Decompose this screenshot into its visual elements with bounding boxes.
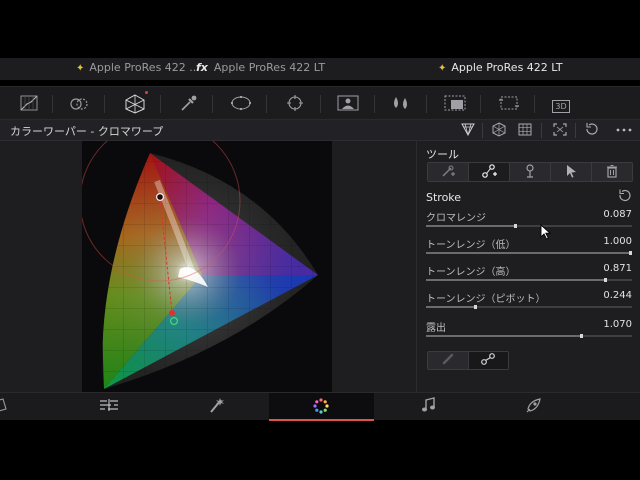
param-row: 露出 1.070: [426, 319, 632, 343]
tools-label: ツール: [426, 148, 459, 161]
param-slider[interactable]: [426, 278, 632, 282]
param-label: トーンレンジ（高）: [426, 267, 516, 278]
square-grid-icon[interactable]: [516, 122, 534, 139]
slider-handle[interactable]: [604, 278, 608, 282]
clip-tab-2[interactable]: fx Apple ProRes 422 LT: [196, 61, 325, 74]
link-icon[interactable]: [468, 352, 508, 369]
param-slider[interactable]: [426, 224, 632, 228]
blur-icon[interactable]: [390, 94, 412, 114]
expand-icon[interactable]: [551, 122, 569, 139]
eyedropper-grid-icon[interactable]: [459, 122, 477, 139]
resolve-window: ✦ Apple ProRes 422 ... fx Apple ProRes 422…: [0, 0, 640, 480]
star-icon: ✦: [76, 63, 85, 74]
more-icon[interactable]: [615, 122, 633, 139]
warper-mesh-icon[interactable]: [124, 91, 148, 114]
param-value[interactable]: 1.000: [603, 236, 632, 247]
param-label: トーンレンジ（ピボット）: [426, 294, 546, 305]
star-icon: ✦: [438, 63, 447, 74]
cut-icon[interactable]: [97, 397, 121, 415]
pin-icon[interactable]: [510, 163, 551, 181]
active-page-indicator: [269, 419, 374, 421]
param-row: トーンレンジ（ピボット） 0.244: [426, 290, 632, 314]
color-icon[interactable]: [309, 397, 333, 415]
link-toggle-group: [427, 351, 509, 370]
deliver-icon[interactable]: [522, 397, 546, 415]
inspector-panel: ツール Stroke クロマレンジ 0.087 トーンレンジ（低） 1.000 トーンレ…: [416, 141, 640, 392]
param-label: クロマレンジ: [426, 213, 486, 224]
param-row: クロマレンジ 0.087: [426, 209, 632, 233]
fusion-icon[interactable]: [204, 397, 228, 415]
curves-icon[interactable]: [18, 94, 40, 114]
slider-handle[interactable]: [579, 334, 583, 338]
chroma-warp-viewer[interactable]: [82, 141, 332, 392]
color-warper-icon[interactable]: [68, 94, 90, 114]
tracker-icon[interactable]: [284, 94, 306, 114]
param-slider[interactable]: [426, 334, 632, 338]
unlink-icon[interactable]: [428, 352, 469, 369]
panel-title: カラーワーパー - クロマワープ: [10, 125, 164, 138]
trash-icon[interactable]: [592, 163, 632, 181]
param-row: トーンレンジ（低） 1.000: [426, 236, 632, 260]
param-value[interactable]: 0.244: [603, 290, 632, 301]
stroke-reset-icon[interactable]: [617, 189, 631, 207]
param-slider[interactable]: [426, 305, 632, 309]
magic-mask-icon[interactable]: [337, 94, 359, 114]
sizing-icon[interactable]: [498, 94, 520, 114]
param-value[interactable]: 0.087: [603, 209, 632, 220]
page-navigation-bar: [0, 392, 640, 421]
add-point-icon[interactable]: [428, 163, 469, 181]
param-label: 露出: [426, 323, 446, 334]
clip-tab-1[interactable]: ✦ Apple ProRes 422 ...: [76, 61, 200, 74]
param-label: トーンレンジ（低）: [426, 240, 516, 251]
panel-header: カラーワーパー - クロマワープ: [0, 120, 640, 141]
mouse-cursor-icon: [540, 223, 552, 244]
slider-handle[interactable]: [474, 305, 478, 309]
eyedropper-icon[interactable]: [178, 94, 200, 114]
param-row: トーンレンジ（高） 0.871: [426, 263, 632, 287]
window-icon[interactable]: [230, 94, 252, 114]
param-value[interactable]: 1.070: [603, 319, 632, 330]
slider-handle[interactable]: [513, 224, 517, 228]
fairlight-icon[interactable]: [417, 397, 441, 415]
slider-handle[interactable]: [629, 251, 632, 255]
reset-icon[interactable]: [583, 122, 601, 139]
hex-grid-icon[interactable]: [490, 122, 508, 139]
palette-toolbar: 3D: [0, 86, 640, 120]
select-arrow-icon[interactable]: [551, 163, 592, 181]
stroke-label: Stroke: [426, 191, 462, 204]
add-stroke-icon[interactable]: [469, 163, 510, 181]
tool-selector: [427, 162, 633, 182]
key-icon[interactable]: [444, 94, 466, 114]
fx-badge: fx: [196, 61, 208, 74]
media-icon[interactable]: [0, 397, 16, 415]
clip-tab-3[interactable]: ✦ Apple ProRes 422 LT: [438, 61, 563, 74]
param-value[interactable]: 0.871: [603, 263, 632, 274]
3d-icon[interactable]: 3D: [550, 94, 572, 114]
param-slider[interactable]: [426, 251, 632, 255]
clip-bar: ✦ Apple ProRes 422 ... fx Apple ProRes 422…: [0, 58, 640, 80]
